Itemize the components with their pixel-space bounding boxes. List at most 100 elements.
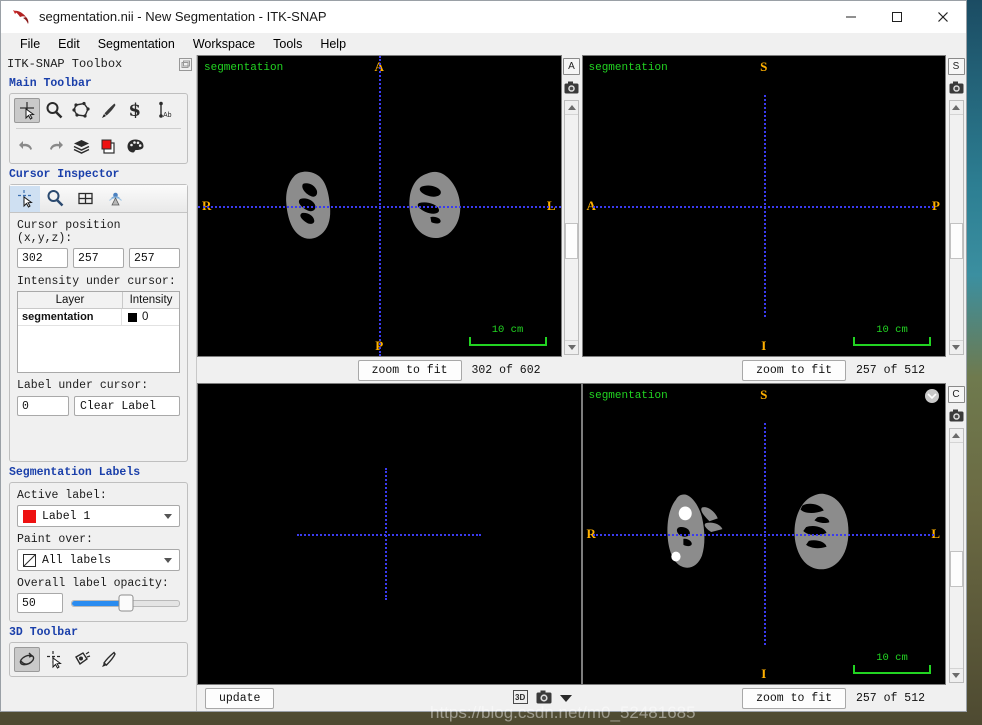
axial-scroll-thumb[interactable]: [565, 223, 578, 259]
axial-orientation-button[interactable]: A: [563, 58, 580, 75]
3d-toolbar-group: [9, 642, 188, 677]
window-title: segmentation.nii - New Segmentation - IT…: [39, 9, 327, 24]
trackball-tool[interactable]: [14, 647, 40, 672]
axial-scroll-trough[interactable]: [565, 115, 578, 340]
camera-icon[interactable]: [536, 690, 552, 707]
app-logo-icon: [10, 6, 32, 28]
maximize-button[interactable]: [874, 1, 920, 32]
axial-canvas[interactable]: segmentation A P R L 10 cm: [197, 55, 562, 357]
paintbrush-tool[interactable]: [95, 98, 121, 123]
3d-icon[interactable]: 3D: [512, 689, 528, 707]
camera-icon[interactable]: [563, 79, 580, 96]
crosshair-3d-tool[interactable]: [41, 647, 67, 672]
zoom-pan-tool[interactable]: [41, 98, 67, 123]
sagittal-canvas-wrap: segmentation S I A P 10 cm S: [581, 55, 966, 357]
menu-segmentation[interactable]: Segmentation: [89, 35, 184, 53]
tab-display-layout[interactable]: [70, 186, 100, 212]
coronal-scroll-down-arrow[interactable]: [949, 668, 963, 682]
segmentation-labels-title: Segmentation Labels: [9, 466, 141, 479]
axial-side-controls: A: [561, 55, 582, 357]
undock-icon[interactable]: [179, 57, 192, 71]
snake-tool[interactable]: S: [122, 98, 148, 123]
layer-inspector-button[interactable]: [68, 134, 94, 159]
active-label-caption: Active label:: [17, 489, 107, 502]
update-button[interactable]: update: [205, 687, 275, 709]
paint-over-combo[interactable]: All labels: [17, 549, 180, 571]
sagittal-scroll-down-arrow[interactable]: [949, 340, 963, 354]
tab-registration[interactable]: [100, 186, 130, 212]
sagittal-canvas[interactable]: segmentation S I A P 10 cm: [581, 55, 946, 357]
coronal-zoom-to-fit-button[interactable]: zoom to fit: [742, 687, 846, 709]
undo-button[interactable]: [14, 134, 40, 159]
clear-label-button[interactable]: Clear Label: [74, 396, 180, 416]
opacity-slider-knob[interactable]: [118, 594, 133, 612]
close-button[interactable]: [920, 1, 966, 32]
main-toolbar-title: Main Toolbar: [9, 77, 92, 90]
cursor-y-input[interactable]: 257: [73, 248, 124, 268]
menu-workspace[interactable]: Workspace: [184, 35, 264, 53]
opacity-value-input[interactable]: 50: [17, 593, 63, 613]
chevron-down-icon[interactable]: [559, 694, 572, 702]
opacity-slider[interactable]: [71, 594, 180, 612]
menu-edit[interactable]: Edit: [49, 35, 89, 53]
coronal-orientation-button[interactable]: C: [947, 386, 965, 403]
menu-tools[interactable]: Tools: [264, 35, 311, 53]
axial-scroll-up-arrow[interactable]: [565, 101, 578, 115]
active-label-combo[interactable]: Label 1: [17, 505, 180, 527]
camera-icon[interactable]: [948, 407, 965, 424]
tab-cursor[interactable]: [10, 185, 40, 212]
coronal-scroll-thumb[interactable]: [949, 551, 963, 587]
intensity-color-swatch: [128, 312, 137, 322]
three-d-footer: update 3D: [197, 685, 582, 711]
appearance-button[interactable]: [122, 134, 148, 159]
coronal-footer: zoom to fit 257 of 512: [581, 685, 966, 711]
3d-toolbar-row: [10, 643, 187, 676]
sagittal-orientation-button[interactable]: S: [947, 58, 965, 75]
sagittal-orient-top: S: [760, 59, 768, 74]
axial-scalebar-text: 10 cm: [491, 324, 524, 336]
menu-help[interactable]: Help: [311, 35, 355, 53]
tab-zoom[interactable]: [40, 186, 70, 212]
axial-scalebar-line: [468, 337, 547, 346]
coronal-scalebar-text: 10 cm: [876, 652, 908, 664]
table-row[interactable]: segmentation 0: [18, 309, 179, 326]
sagittal-scroll-thumb[interactable]: [949, 223, 963, 259]
polygon-tool[interactable]: [68, 98, 94, 123]
spray-tool[interactable]: [68, 647, 94, 672]
cursor-z-input[interactable]: 257: [129, 248, 180, 268]
toolbox-title: ITK-SNAP Toolbox: [7, 57, 123, 71]
annotation-tool[interactable]: Ab: [149, 98, 175, 123]
scalpel-tool[interactable]: [95, 647, 121, 672]
sagittal-scroll-up-arrow[interactable]: [949, 101, 963, 115]
three-d-canvas[interactable]: [197, 383, 582, 685]
cursor-x-input[interactable]: 302: [17, 248, 68, 268]
sagittal-zoom-to-fit-button[interactable]: zoom to fit: [742, 359, 846, 381]
axial-canvas-wrap: segmentation A P R L 10 cm A: [197, 55, 582, 357]
sagittal-layer-label: segmentation: [588, 62, 668, 74]
label-editor-button[interactable]: [95, 134, 121, 159]
intensity-table[interactable]: Layer Intensity segmentation 0: [17, 291, 180, 373]
coronal-scroll-up-arrow[interactable]: [949, 429, 963, 443]
sagittal-scroll-trough[interactable]: [949, 115, 963, 340]
coronal-slice-indicator: 257 of 512: [856, 691, 926, 705]
crosshair-tool[interactable]: [14, 98, 40, 123]
axial-zoom-to-fit-button[interactable]: zoom to fit: [357, 359, 462, 381]
sagittal-orient-bottom: I: [761, 338, 767, 353]
minimize-button[interactable]: [828, 1, 874, 32]
coronal-crosshair-horizontal: [593, 534, 935, 536]
label-value-input[interactable]: 0: [17, 396, 69, 416]
redo-button[interactable]: [41, 134, 67, 159]
coronal-canvas[interactable]: segmentation S I R L 10 cm: [581, 383, 946, 685]
coronal-scroll-trough[interactable]: [949, 443, 963, 668]
three-d-canvas-wrap: [197, 383, 582, 685]
sagittal-slice-scrollbar[interactable]: [948, 100, 964, 355]
menu-file[interactable]: File: [11, 35, 49, 53]
axial-slice-scrollbar[interactable]: [564, 100, 579, 355]
toolbar-divider: [16, 128, 181, 129]
title-bar: segmentation.nii - New Segmentation - IT…: [1, 1, 966, 33]
axial-scroll-down-arrow[interactable]: [565, 340, 578, 354]
coronal-slice-scrollbar[interactable]: [948, 428, 964, 683]
camera-icon[interactable]: [948, 79, 965, 96]
opacity-caption: Overall label opacity:: [17, 577, 169, 590]
3d-toolbar-title: 3D Toolbar: [9, 626, 79, 639]
